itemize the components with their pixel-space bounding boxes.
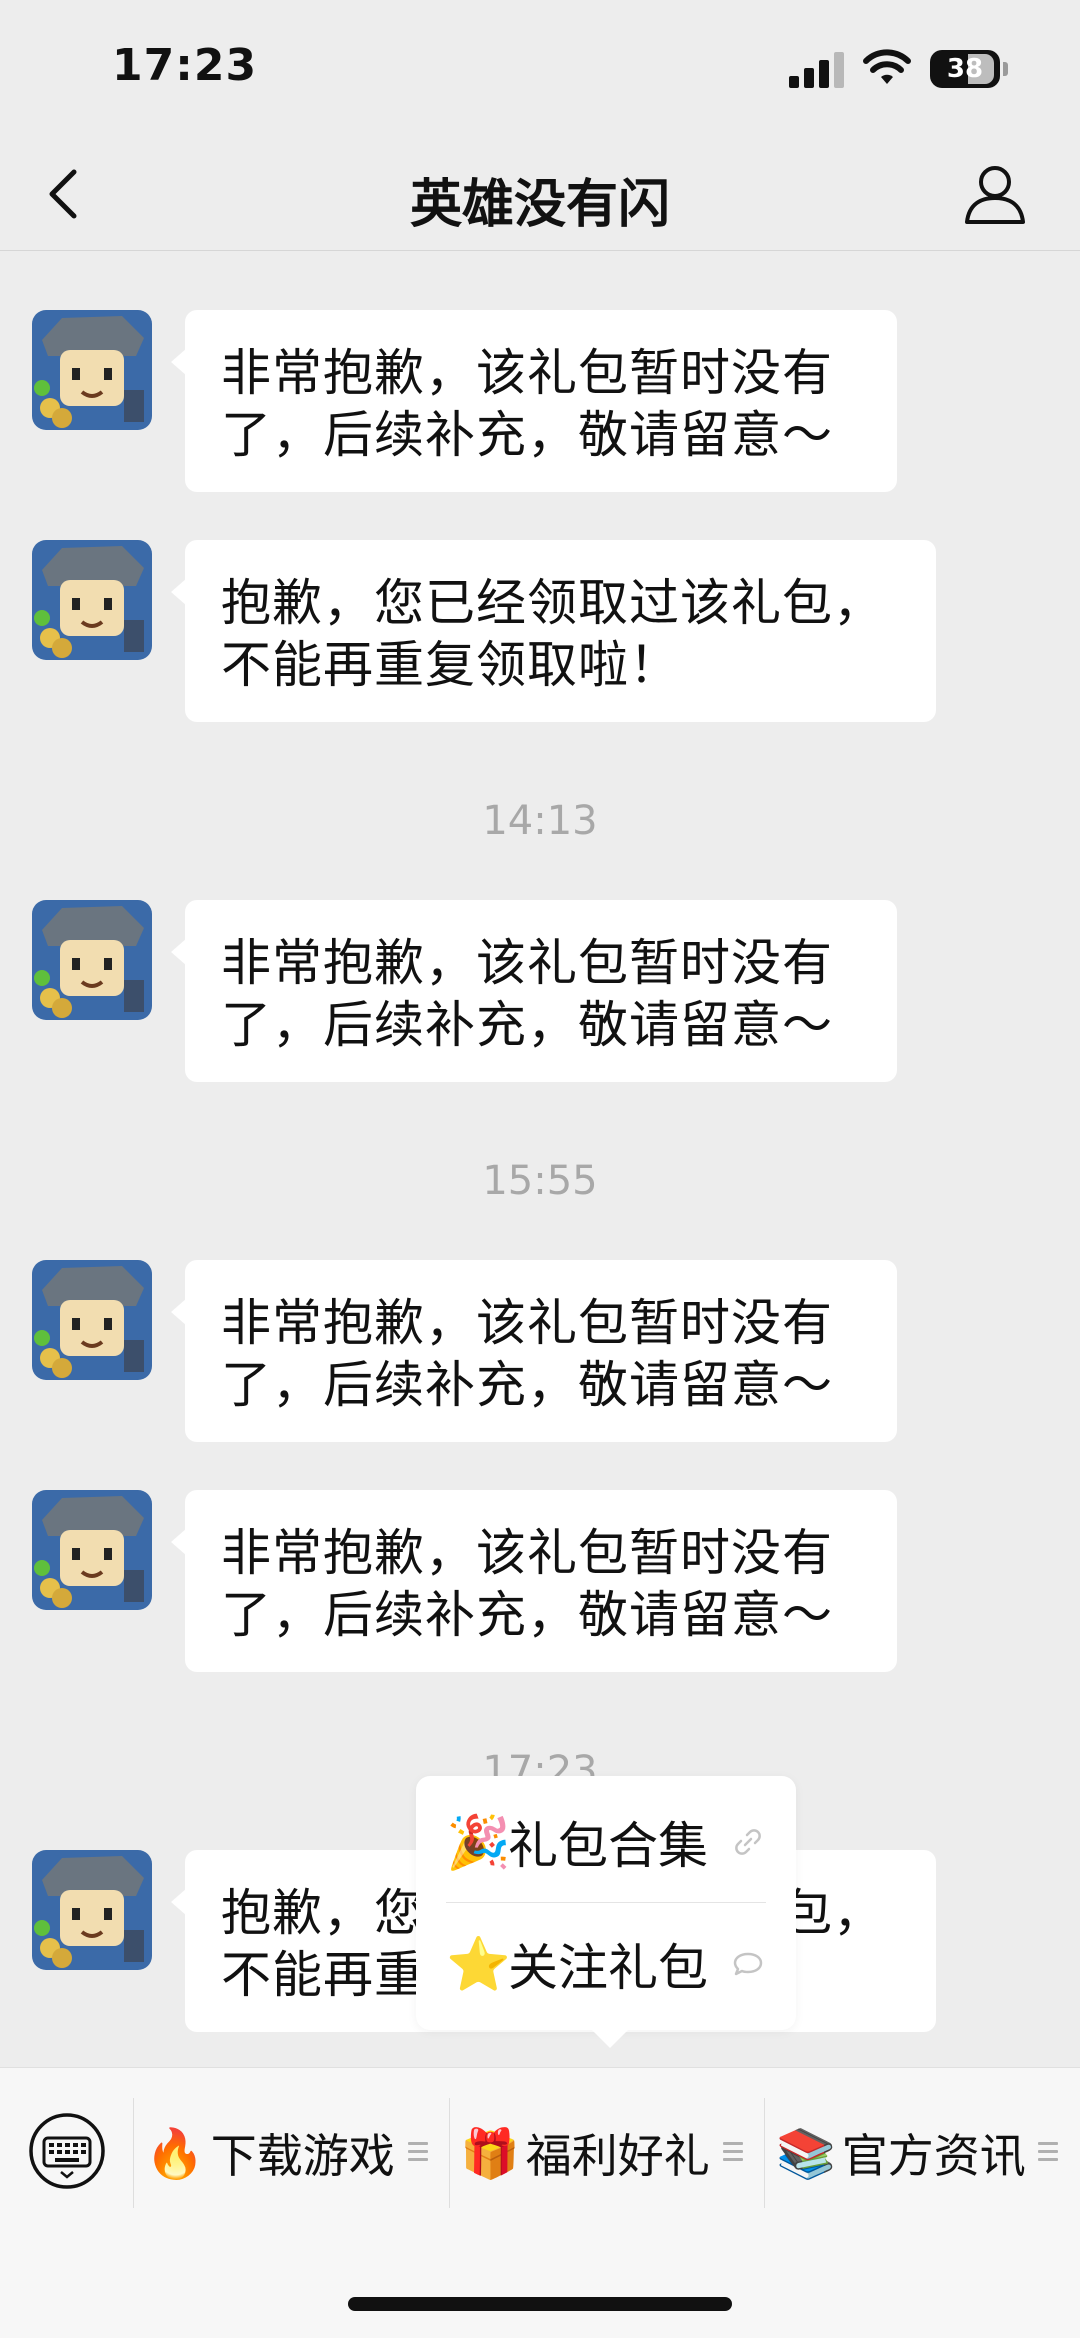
message-bubble[interactable]: 非常抱歉，该礼包暂时没有 了，后续补充，敬请留意～ (171, 1260, 897, 1442)
message-bubble[interactable]: 非常抱歉，该礼包暂时没有 了，后续补充，敬请留意～ (171, 1490, 897, 1672)
star-icon: ⭐ (446, 1934, 511, 1995)
party-popper-icon: 🎉 (446, 1812, 511, 1873)
menu-item-label: 福利好礼 (525, 2129, 710, 2183)
menu-item-download-game[interactable]: 🔥 下载游戏 (145, 2118, 445, 2188)
timestamp: 14:13 (482, 798, 598, 844)
menu-item-benefits[interactable]: 🎁 福利好礼 (460, 2118, 760, 2188)
battery-level: 38 (946, 54, 984, 84)
keyboard-icon[interactable] (26, 2110, 108, 2192)
menu-divider (449, 2098, 450, 2208)
message-text: 了，后续补充，敬请留意～ (221, 1586, 833, 1644)
message-bubble[interactable]: 非常抱歉，该礼包暂时没有 了，后续补充，敬请留意～ (171, 310, 897, 492)
battery-tip (1003, 62, 1008, 76)
fire-icon: 🔥 (145, 2125, 205, 2182)
home-indicator[interactable] (348, 2297, 732, 2311)
cellular-signal-icon (789, 52, 845, 88)
avatar[interactable] (32, 540, 152, 660)
message-text: 抱歉，您已经领取过该礼包， (221, 574, 884, 632)
avatar[interactable] (32, 1260, 152, 1380)
submenu-item-gift-collection[interactable]: 🎉 礼包合集 (446, 1782, 766, 1902)
message-text: 非常抱歉，该礼包暂时没有 (221, 344, 833, 402)
gift-icon: 🎁 (460, 2125, 520, 2182)
message-text: 了，后续补充，敬请留意～ (221, 406, 833, 464)
chat-bubble-icon (733, 1952, 763, 1976)
message-text: 了，后续补充，敬请留意～ (221, 1356, 833, 1414)
link-icon (735, 1829, 761, 1855)
avatar[interactable] (32, 1850, 152, 1970)
submenu-item-follow-gift[interactable]: ⭐ 关注礼包 (446, 1904, 766, 2024)
message-bubble[interactable]: 非常抱歉，该礼包暂时没有 了，后续补充，敬请留意～ (171, 900, 897, 1082)
message-text: 了，后续补充，敬请留意～ (221, 996, 833, 1054)
menu-list-icon (723, 2142, 743, 2164)
menu-divider (133, 2098, 134, 2208)
message-text: 非常抱歉，该礼包暂时没有 (221, 1294, 833, 1352)
submenu-divider (446, 1902, 766, 1903)
status-time: 17:23 (112, 40, 258, 91)
profile-icon[interactable] (955, 154, 1035, 234)
submenu-popup: 🎉 礼包合集 ⭐ 关注礼包 (416, 1776, 796, 2048)
message-text: 非常抱歉，该礼包暂时没有 (221, 1524, 833, 1582)
chat-title: 英雄没有闪 (409, 175, 670, 235)
avatar[interactable] (32, 1490, 152, 1610)
message-bubble[interactable]: 抱歉，您已经领取过该礼包， 不能再重复领取啦！ (171, 540, 936, 722)
books-icon: 📚 (776, 2125, 836, 2182)
menu-item-label: 官方资讯 (841, 2129, 1026, 2183)
wifi-icon (863, 49, 911, 84)
submenu-item-label: 关注礼包 (508, 1939, 708, 1997)
message-text: 非常抱歉，该礼包暂时没有 (221, 934, 833, 992)
menu-item-label: 下载游戏 (210, 2129, 395, 2183)
avatar[interactable] (32, 900, 152, 1020)
menu-divider (764, 2098, 765, 2208)
timestamp: 15:55 (482, 1158, 598, 1204)
menu-list-icon (1038, 2142, 1058, 2164)
menu-list-icon (408, 2142, 428, 2164)
submenu-item-label: 礼包合集 (508, 1817, 708, 1875)
menu-item-official-news[interactable]: 📚 官方资讯 (776, 2118, 1076, 2188)
battery-icon: 38 (930, 50, 1000, 88)
avatar[interactable] (32, 310, 152, 430)
status-bar: 17:23 38 (0, 0, 1080, 140)
nav-bar: 英雄没有闪 (0, 140, 1080, 251)
message-text: 不能再重复领取啦！ (221, 636, 680, 694)
